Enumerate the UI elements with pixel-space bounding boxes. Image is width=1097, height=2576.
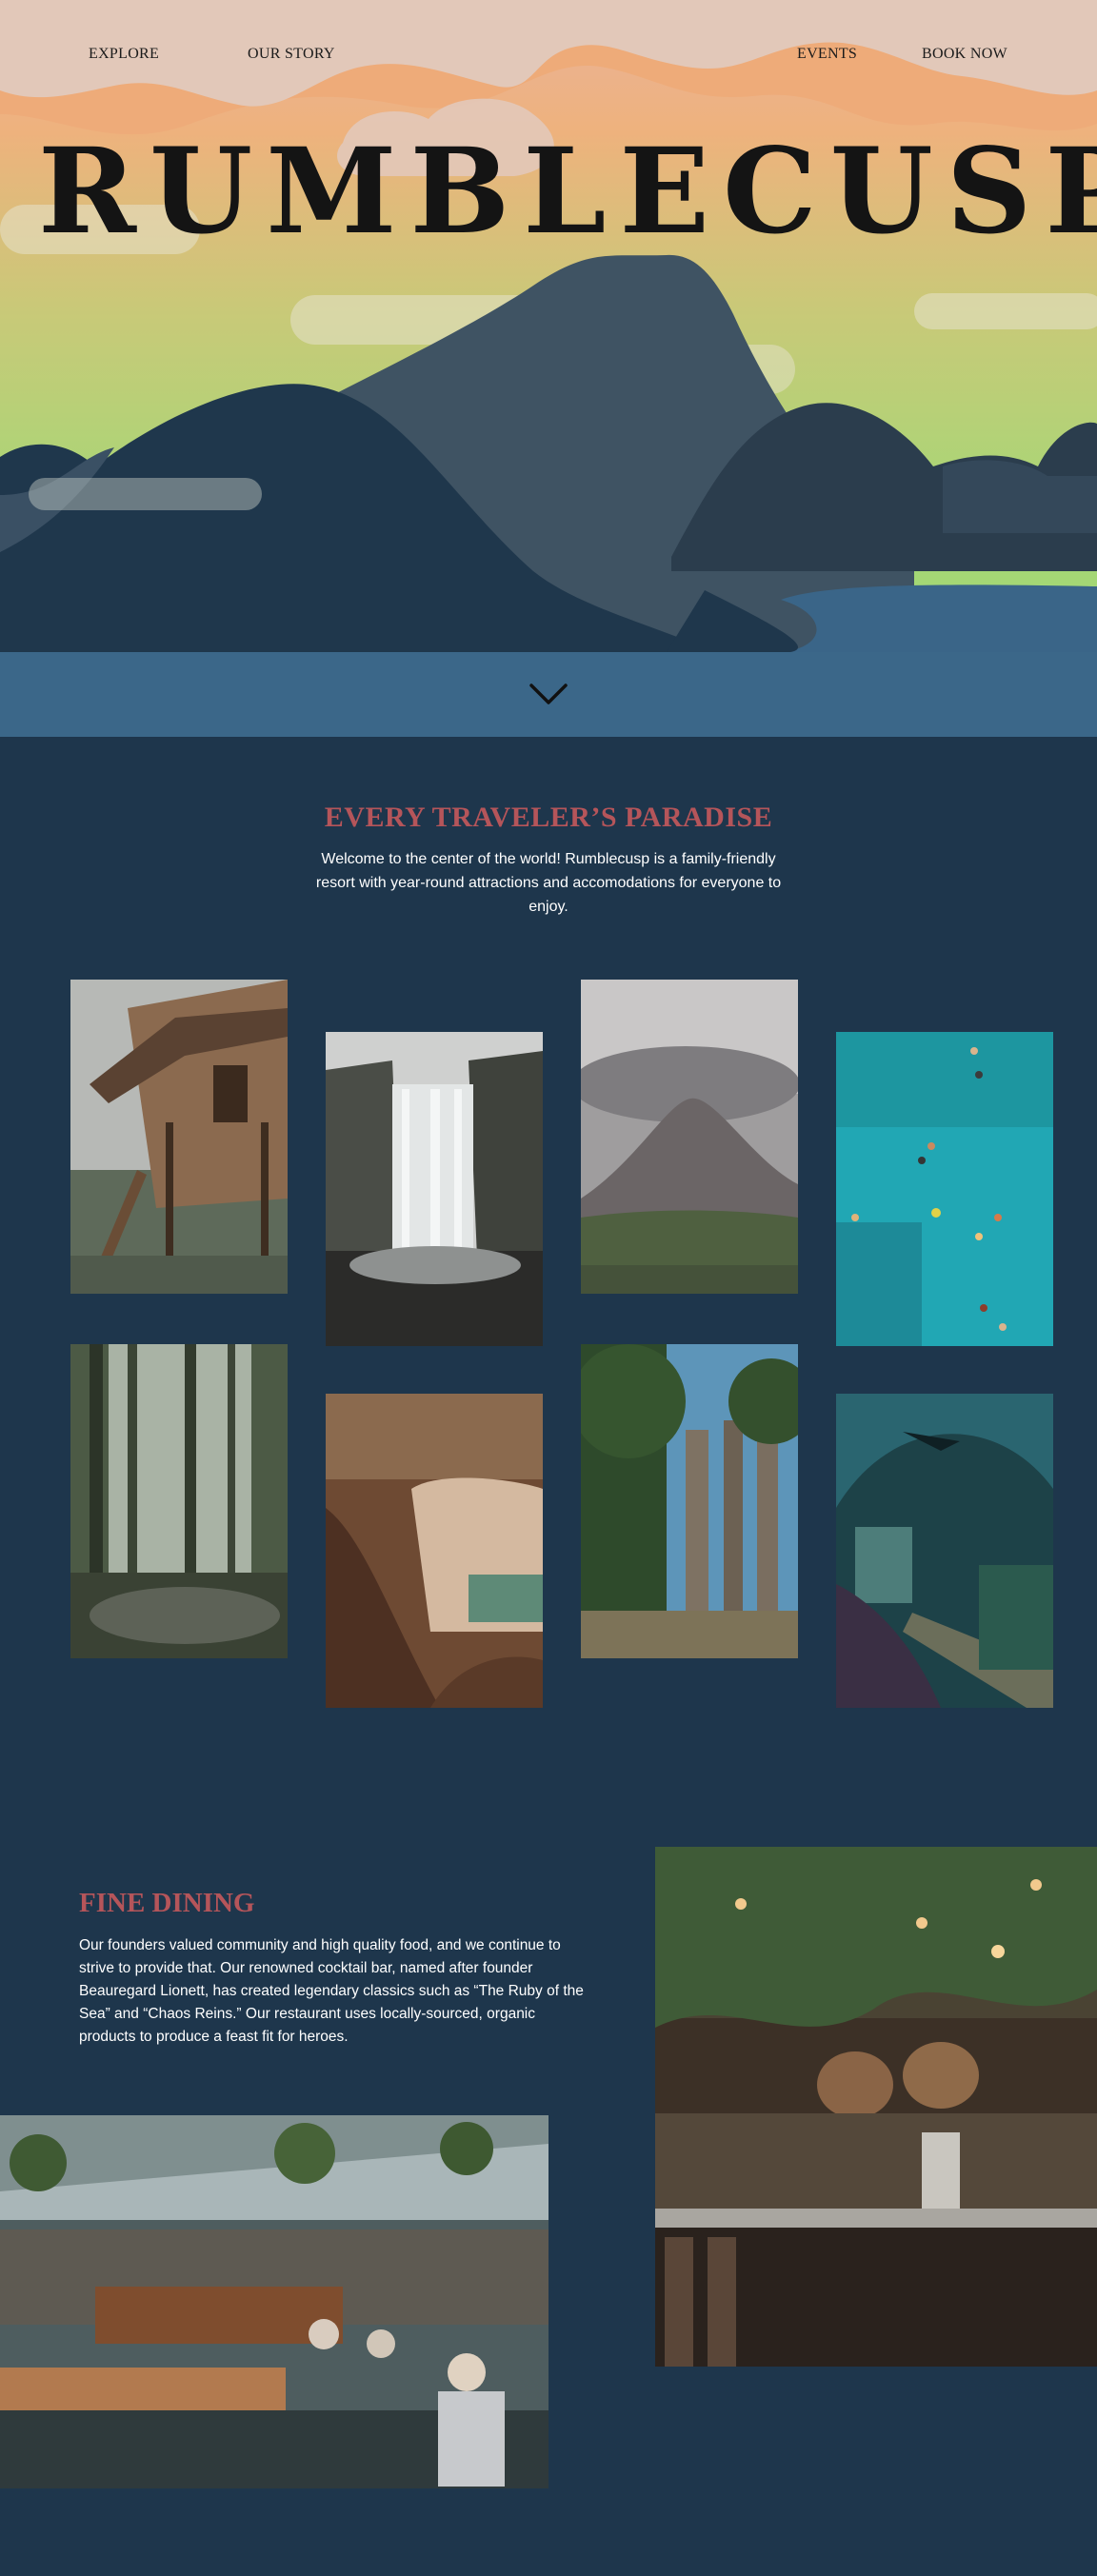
intro-heading: EVERY TRAVELER’S PARADISE — [324, 802, 773, 833]
dining-paragraph: Our founders valued community and high q… — [79, 1937, 584, 2045]
nav-explore-link[interactable]: EXPLORE — [89, 46, 159, 63]
ruins-photo[interactable] — [581, 1344, 798, 1658]
nav-our-story-link[interactable]: OUR STORY — [248, 46, 335, 63]
greenhouse-restaurant-photo[interactable] — [0, 2115, 548, 2488]
cave-photo[interactable] — [326, 1394, 543, 1708]
lagoon-swimmers-photo[interactable] — [836, 1032, 1053, 1346]
aquarium-tunnel-photo[interactable] — [836, 1394, 1053, 1708]
brand-title: RUMBLECUSP — [38, 123, 1097, 261]
chevron-down-icon[interactable] — [529, 682, 568, 708]
volcano-landscape-illustration — [0, 0, 1097, 737]
cocktail-bar-photo[interactable] — [655, 1847, 1097, 2367]
treehouse-photo[interactable] — [70, 980, 288, 1294]
dining-heading: FINE DINING — [79, 1888, 255, 1918]
hero-banner: EXPLORE OUR STORY EVENTS BOOK NOW RUMBLE… — [0, 0, 1097, 737]
nav-events-link[interactable]: EVENTS — [797, 46, 857, 63]
waterfall-photo[interactable] — [326, 1032, 543, 1346]
intro-paragraph: Welcome to the center of the world! Rumb… — [315, 851, 782, 915]
nav-book-now-link[interactable]: BOOK NOW — [922, 46, 1007, 63]
rainforest-photo[interactable] — [70, 1344, 288, 1658]
volcano-photo[interactable] — [581, 980, 798, 1294]
